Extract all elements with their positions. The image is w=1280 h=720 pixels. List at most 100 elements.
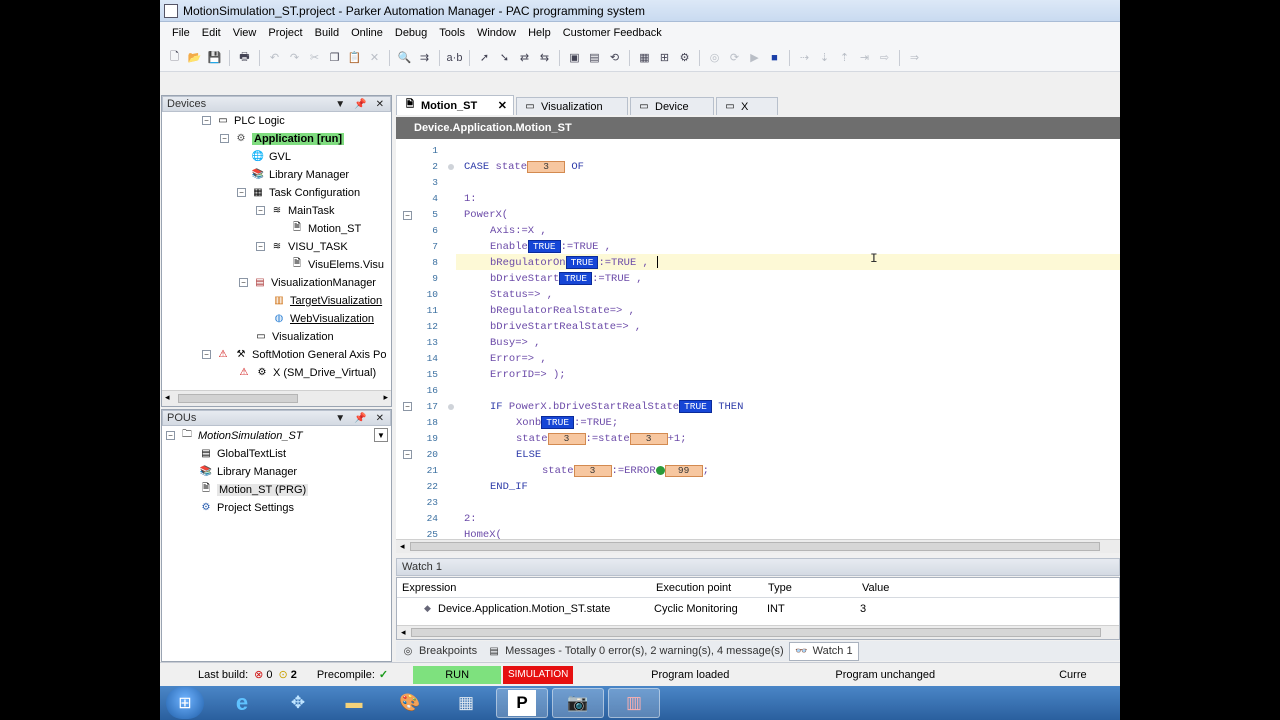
close-icon[interactable]: ✕ [376,99,384,110]
play-icon[interactable]: ▶ [746,49,763,66]
collapse-icon[interactable]: − [256,242,265,251]
login-icon[interactable]: ➚ [476,49,493,66]
tree-item-motion-st-prg[interactable]: 🗎 Motion_ST (PRG) [199,481,309,498]
config-icon[interactable]: ⚙ [676,49,693,66]
column-header-value[interactable]: Value [862,582,889,594]
tab-messages[interactable]: ▤ Messages - Totally 0 error(s), 2 warnin… [482,644,789,658]
menu-tools[interactable]: Tools [433,27,471,39]
find-next-icon[interactable]: ⇉ [416,49,433,66]
breakpoint-marker[interactable] [448,404,454,410]
menu-file[interactable]: File [166,27,196,39]
tab-visualization[interactable]: ▭ Visualization [516,97,628,115]
tree-item-softmotion[interactable]: − ⚠ ⚒ SoftMotion General Axis Po [202,346,387,363]
column-header-expression[interactable]: Expression [402,582,456,594]
inline-value-box[interactable]: TRUE [541,416,575,429]
tree-item-visualization[interactable]: ▭ Visualization [254,328,333,345]
tree-item-pou-library-manager[interactable]: 📚 Library Manager [199,463,297,480]
tab-x[interactable]: ▭ X [716,97,778,115]
pin-icon[interactable]: 📌 [354,413,366,424]
tree-item-maintask[interactable]: − ≋ MainTask [256,202,334,219]
panel-menu-icon[interactable]: ▼ [335,99,345,110]
tab-motion-st[interactable]: 🗎 Motion_ST ✕ [396,95,514,115]
pin-icon[interactable]: 📌 [354,99,366,110]
tree-item-task-configuration[interactable]: − ▦ Task Configuration [237,184,360,201]
stop-icon[interactable]: ■ [766,49,783,66]
find-icon[interactable]: 🔍 [396,49,413,66]
collapse-icon[interactable]: − [166,431,175,440]
tree-item-visuelems[interactable]: 🗎 VisuElems.Visu [290,256,384,273]
taskbar-file-explorer[interactable]: ▬ [328,688,380,718]
taskbar-camera-app[interactable]: 📷 [552,688,604,718]
watch-value[interactable]: 3 [860,603,866,615]
cut-icon[interactable]: ✂ [306,49,323,66]
print-icon[interactable]: 🖶 [236,49,253,66]
warning-count[interactable]: 2 [291,669,297,681]
menu-customer-feedback[interactable]: Customer Feedback [557,27,668,39]
dropdown-icon[interactable]: ▼ [374,428,388,442]
tree-item-gvl[interactable]: 🌐 GVL [251,148,291,165]
scroll-left-icon[interactable]: ◂ [165,392,170,403]
fold-toggle-icon[interactable]: − [403,402,412,411]
collapse-icon[interactable]: − [220,134,229,143]
device-icon[interactable]: ▣ [566,49,583,66]
breakpoint-marker[interactable] [448,164,454,170]
tree-item-globaltextlist[interactable]: ▤ GlobalTextList [199,445,286,462]
delete-icon[interactable]: ✕ [366,49,383,66]
menu-view[interactable]: View [227,27,263,39]
inline-value-box[interactable]: 3 [629,433,668,445]
open-folder-icon[interactable]: 📂 [186,49,203,66]
taskbar-connector-app[interactable]: ✥ [272,688,324,718]
tree-item-plc-logic[interactable]: − ▭ PLC Logic [202,112,285,129]
set-next-icon[interactable]: ⇨ [876,49,893,66]
watch-hscrollbar[interactable]: ◂ [397,625,1119,639]
scroll-left-icon[interactable]: ◂ [400,541,405,552]
editor-hscrollbar[interactable]: ◂ [396,539,1120,553]
tree-item-visualization-manager[interactable]: − ▤ VisualizationManager [239,274,376,291]
inline-value-box[interactable]: 3 [573,465,612,477]
paste-icon[interactable]: 📋 [346,49,363,66]
tree-item-motion-st[interactable]: 🗎 Motion_ST [290,220,361,237]
inline-value-box[interactable]: 3 [527,161,566,173]
tree-item-axis-x[interactable]: ⚠ ⚙ X (SM_Drive_Virtual) [237,364,377,381]
menu-window[interactable]: Window [471,27,522,39]
copy-icon[interactable]: ❐ [326,49,343,66]
column-header-execution-point[interactable]: Execution point [656,582,731,594]
tree-item-web-visualization[interactable]: ◍ WebVisualization [272,310,374,327]
inline-value-box[interactable]: TRUE [527,240,561,253]
disconnect-icon[interactable]: ⇆ [536,49,553,66]
code-editor[interactable]: 1 2 3 4 5 6 7 8 9 10 11 12 13 14 15 16 1… [396,139,1120,539]
replace-icon[interactable]: a·b [446,49,463,66]
taskbar-internet-explorer[interactable]: e [216,688,268,718]
inline-value-box[interactable]: TRUE [679,400,712,413]
step-into-icon[interactable]: ⇣ [816,49,833,66]
scroll-thumb[interactable] [410,542,1100,551]
close-tab-icon[interactable]: ✕ [498,99,507,112]
collapse-icon[interactable]: − [202,116,211,125]
step-icon[interactable]: ⟳ [726,49,743,66]
column-header-type[interactable]: Type [768,582,792,594]
menu-edit[interactable]: Edit [196,27,227,39]
debug-icon[interactable]: ▤ [586,49,603,66]
collapse-icon[interactable]: − [202,350,211,359]
inline-value-box[interactable]: 99 [664,465,703,477]
inline-value-box[interactable]: 3 [547,433,586,445]
reset-icon[interactable]: ⟲ [606,49,623,66]
menu-build[interactable]: Build [309,27,345,39]
menu-project[interactable]: Project [262,27,308,39]
tab-watch-1[interactable]: 👓 Watch 1 [788,641,859,661]
logout-icon[interactable]: ➘ [496,49,513,66]
inline-value-box[interactable]: TRUE [565,256,599,269]
watch-row[interactable]: ◆ Device.Application.Motion_ST.state Cyc… [397,599,1119,619]
tree-item-project-settings[interactable]: ⚙ Project Settings [199,499,295,516]
scroll-right-icon[interactable]: ▸ [383,392,388,403]
new-file-icon[interactable]: 🗋 [166,49,183,66]
panel-menu-icon[interactable]: ▼ [335,413,345,424]
tree-item-target-visualization[interactable]: ▥ TargetVisualization [272,292,382,309]
tree-item-visu-task[interactable]: − ≋ VISU_TASK [256,238,348,255]
tree-item-motionsimulation-st[interactable]: − 🗀 MotionSimulation_ST [166,427,303,444]
taskbar-calculator[interactable]: ▦ [440,688,492,718]
grid-icon[interactable]: ▦ [636,49,653,66]
run-to-cursor-icon[interactable]: ⇥ [856,49,873,66]
close-icon[interactable]: ✕ [376,413,384,424]
scroll-left-icon[interactable]: ◂ [401,627,406,638]
